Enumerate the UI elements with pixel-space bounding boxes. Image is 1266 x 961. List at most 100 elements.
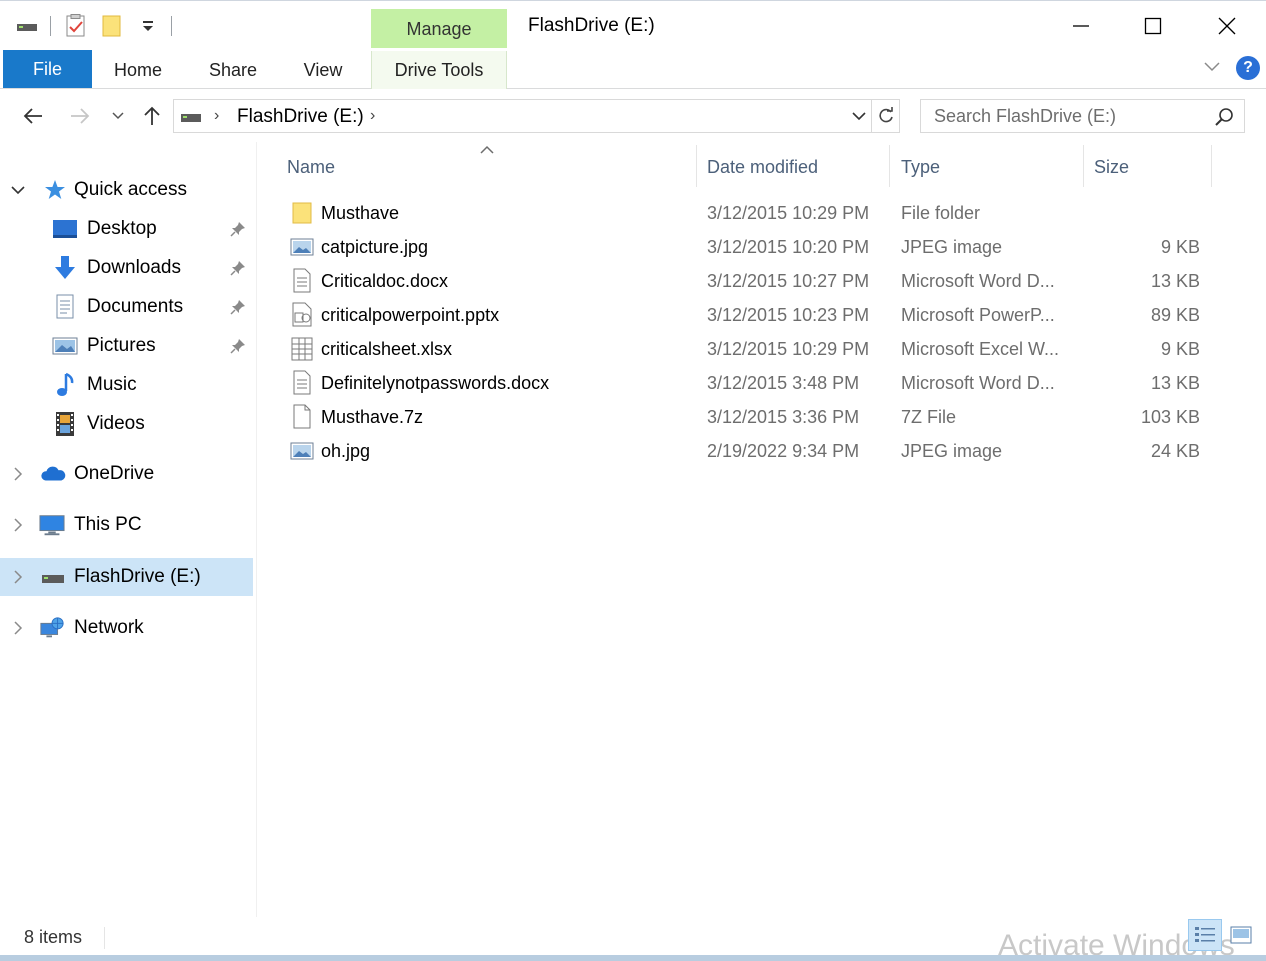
tab-share[interactable]: Share	[196, 51, 270, 89]
details-view-button[interactable]	[1188, 919, 1222, 951]
window-bottom-edge	[0, 955, 1266, 961]
up-button[interactable]	[140, 102, 164, 130]
document-file-icon	[289, 370, 315, 396]
column-separator[interactable]	[1083, 145, 1084, 187]
search-icon[interactable]	[1214, 107, 1234, 132]
nav-quick-access[interactable]: Quick access	[0, 171, 253, 209]
large-icons-view-button[interactable]	[1224, 919, 1258, 951]
column-header-size[interactable]: Size	[1094, 145, 1204, 189]
search-input[interactable]: Search FlashDrive (E:)	[920, 99, 1245, 133]
tab-file[interactable]: File	[3, 50, 92, 88]
film-icon	[52, 411, 78, 437]
star-icon	[42, 177, 68, 203]
address-bar[interactable]: › FlashDrive (E:) ›	[173, 99, 900, 133]
toolbar-separator	[171, 16, 172, 36]
nav-item-videos[interactable]: Videos	[0, 405, 253, 443]
file-row[interactable]: criticalpowerpoint.pptx 3/12/2015 10:23 …	[287, 298, 1217, 332]
nav-item-onedrive[interactable]: OneDrive	[0, 455, 253, 493]
file-type: 7Z File	[901, 407, 957, 427]
pin-icon[interactable]	[228, 336, 248, 356]
spreadsheet-file-icon	[289, 336, 315, 362]
help-icon[interactable]: ?	[1236, 56, 1260, 80]
file-row[interactable]: oh.jpg 2/19/2022 9:34 PM JPEG image 24 K…	[287, 434, 1217, 468]
maximize-button[interactable]	[1129, 9, 1177, 43]
close-button[interactable]	[1203, 9, 1251, 43]
nav-item-network[interactable]: Network	[0, 609, 253, 647]
file-row[interactable]: Definitelynotpasswords.docx 3/12/2015 3:…	[287, 366, 1217, 400]
minimize-button[interactable]	[1057, 9, 1105, 43]
tab-drive-tools[interactable]: Drive Tools	[371, 51, 507, 89]
nav-label: Videos	[87, 413, 145, 434]
expand-chevron-icon[interactable]	[10, 517, 26, 533]
expand-chevron-icon[interactable]	[10, 466, 26, 482]
image-file-icon	[289, 438, 315, 464]
file-date: 3/12/2015 10:27 PM	[707, 271, 870, 291]
title-bar: Manage FlashDrive (E:)	[0, 0, 1266, 49]
file-type: JPEG image	[901, 237, 1003, 257]
file-row[interactable]: Musthave.7z 3/12/2015 3:36 PM 7Z File 10…	[287, 400, 1217, 434]
nav-item-downloads[interactable]: Downloads	[0, 249, 253, 287]
file-name: catpicture.jpg	[321, 237, 429, 257]
ribbon-controls: ?	[1204, 56, 1260, 80]
manage-context-tab[interactable]: Manage	[371, 9, 507, 49]
nav-item-music[interactable]: Music	[0, 366, 253, 404]
address-dropdown-chevron-icon[interactable]	[849, 106, 869, 126]
breadcrumb-chevron-icon[interactable]: ›	[370, 107, 375, 125]
pin-icon[interactable]	[228, 258, 248, 278]
nav-label: FlashDrive (E:)	[74, 566, 201, 587]
nav-item-documents[interactable]: Documents	[0, 288, 253, 326]
column-separator[interactable]	[1211, 145, 1212, 187]
file-size: 13 KB	[1150, 271, 1200, 291]
file-type: Microsoft Word D...	[901, 373, 1055, 393]
breadcrumb-current[interactable]: FlashDrive (E:)	[237, 106, 364, 128]
file-name: criticalpowerpoint.pptx	[321, 305, 500, 325]
pin-icon[interactable]	[228, 297, 248, 317]
file-date: 3/12/2015 10:20 PM	[707, 237, 870, 257]
blank-file-icon	[289, 404, 315, 430]
nav-label: Pictures	[87, 335, 156, 356]
drive-icon	[40, 564, 66, 590]
refresh-icon[interactable]	[871, 100, 899, 132]
documents-icon	[52, 294, 78, 320]
forward-button[interactable]	[67, 102, 93, 130]
new-folder-icon[interactable]	[99, 13, 125, 39]
tab-view[interactable]: View	[290, 51, 356, 89]
file-row[interactable]: criticalsheet.xlsx 3/12/2015 10:29 PM Mi…	[287, 332, 1217, 366]
monitor-icon	[39, 512, 65, 538]
file-row[interactable]: Criticaldoc.docx 3/12/2015 10:27 PM Micr…	[287, 264, 1217, 298]
customize-toolbar-icon[interactable]	[135, 13, 161, 39]
toolbar-separator	[50, 16, 51, 36]
nav-item-flashdrive[interactable]: FlashDrive (E:)	[0, 558, 253, 596]
desktop-icon	[52, 216, 78, 242]
file-name: Criticaldoc.docx	[321, 271, 449, 291]
tab-home[interactable]: Home	[100, 51, 176, 89]
ribbon-tabs: File Home Share View Drive Tools ?	[0, 48, 1266, 89]
file-row[interactable]: Musthave 3/12/2015 10:29 PM File folder	[287, 196, 1217, 230]
file-type: JPEG image	[901, 441, 1003, 461]
pin-icon[interactable]	[228, 219, 248, 239]
nav-label: Network	[74, 617, 144, 638]
file-name: Musthave	[321, 203, 400, 223]
window-title: FlashDrive (E:)	[528, 15, 655, 36]
breadcrumb-chevron-icon[interactable]: ›	[214, 107, 219, 125]
column-header-date[interactable]: Date modified	[707, 145, 887, 189]
item-count: 8 items	[24, 927, 83, 947]
properties-icon[interactable]	[63, 13, 89, 39]
expand-ribbon-chevron-icon[interactable]	[1204, 59, 1220, 77]
file-row[interactable]: catpicture.jpg 3/12/2015 10:20 PM JPEG i…	[287, 230, 1217, 264]
file-name: Definitelynotpasswords.docx	[321, 373, 550, 393]
column-header-name[interactable]: Name	[287, 145, 687, 189]
collapse-chevron-icon[interactable]	[10, 182, 26, 198]
expand-chevron-icon[interactable]	[10, 620, 26, 636]
expand-chevron-icon[interactable]	[10, 569, 26, 585]
nav-item-pictures[interactable]: Pictures	[0, 327, 253, 365]
navigation-bar: › FlashDrive (E:) › Search FlashDrive (E…	[0, 90, 1266, 142]
nav-item-desktop[interactable]: Desktop	[0, 210, 253, 248]
column-separator[interactable]	[696, 145, 697, 187]
column-header-type[interactable]: Type	[901, 145, 1081, 189]
nav-item-this-pc[interactable]: This PC	[0, 506, 253, 544]
file-type: File folder	[901, 203, 981, 223]
column-separator[interactable]	[889, 145, 890, 187]
recent-locations-chevron-icon[interactable]	[108, 102, 128, 130]
back-button[interactable]	[20, 102, 46, 130]
